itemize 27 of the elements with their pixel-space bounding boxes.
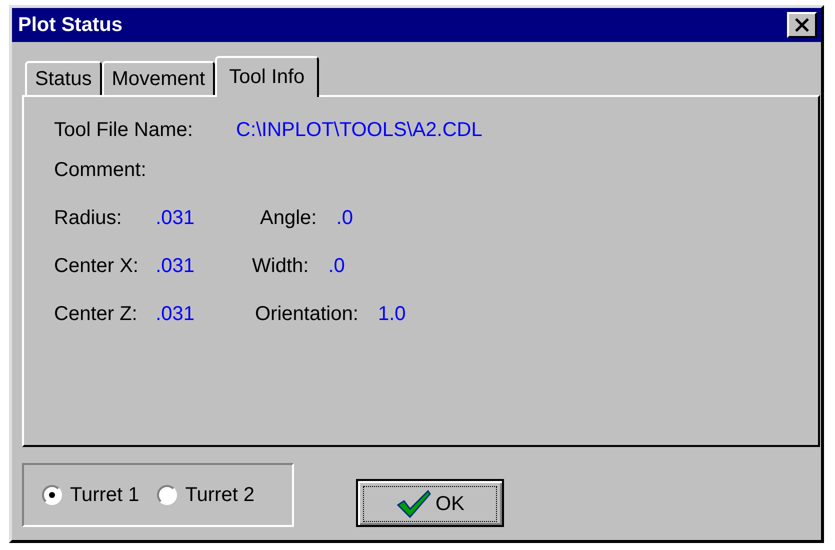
tab[interactable]: Tool Info <box>215 56 319 97</box>
radio-button[interactable] <box>157 485 178 505</box>
field-label: Center Z: <box>54 303 138 326</box>
field-value: .031 <box>156 207 194 229</box>
radio-option[interactable]: Turret 1 <box>42 484 140 506</box>
tab[interactable]: Movement <box>102 61 216 95</box>
field-label: Comment: <box>54 159 146 182</box>
field-label: Radius: <box>54 207 123 230</box>
field-value: .031 <box>156 255 194 277</box>
field-value: 1.0 <box>378 303 406 325</box>
field-value: .0 <box>328 255 345 277</box>
field-label: Tool File Name: <box>54 119 194 142</box>
radio-option[interactable]: Turret 2 <box>157 484 255 506</box>
field-label: Center X: <box>54 255 140 278</box>
field-label: Width: <box>252 255 309 277</box>
close-icon <box>794 18 810 32</box>
checkmark-icon <box>396 489 432 519</box>
field-value: .0 <box>336 207 353 229</box>
field-value: .031 <box>156 303 194 325</box>
window-title: Plot Status <box>18 14 122 36</box>
field-label: Orientation: <box>255 303 358 325</box>
ok-button[interactable]: OK <box>356 479 504 527</box>
field-value: C:\INPLOT\TOOLS\A2.CDL <box>236 119 482 142</box>
close-button[interactable] <box>787 12 817 38</box>
radio-button[interactable] <box>42 485 62 505</box>
tab[interactable]: Status <box>25 61 102 95</box>
field-label: Angle: <box>260 207 317 229</box>
